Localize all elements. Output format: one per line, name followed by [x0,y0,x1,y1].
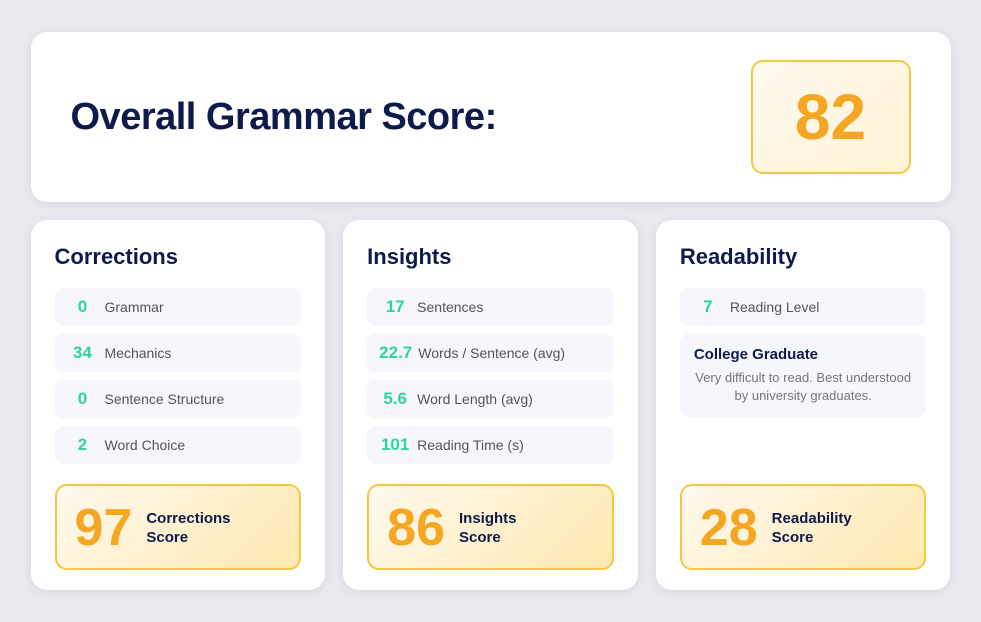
readability-title: Readability [680,244,927,270]
corrections-wordchoice-label: Word Choice [105,437,186,453]
overall-score-box: 82 [751,60,911,174]
corrections-mechanics-number: 34 [67,343,99,363]
readability-card: Readability 7 Reading Level College Grad… [656,220,951,590]
readability-score-label-1: Readability [772,509,852,529]
insights-title: Insights [367,244,614,270]
college-graduate-box: College Graduate Very difficult to read.… [680,334,927,417]
corrections-mechanics-label: Mechanics [105,345,172,361]
overall-score-title: Overall Grammar Score: [71,96,497,139]
insights-item-reading-time: 101 Reading Time (s) [367,426,614,464]
overall-score-card: Overall Grammar Score: 82 [31,32,951,202]
readability-score-badge: 28 Readability Score [680,484,927,570]
corrections-grammar-number: 0 [67,297,99,317]
readability-level-number: 7 [692,297,724,317]
corrections-item-mechanics: 34 Mechanics [55,334,302,372]
insights-score-label-2: Score [459,528,517,548]
readability-level-label: Reading Level [730,299,820,315]
corrections-score-badge: 97 Corrections Score [55,484,302,570]
main-container: Overall Grammar Score: 82 Corrections 0 … [31,32,951,590]
corrections-item-grammar: 0 Grammar [55,288,302,326]
insights-rt-label: Reading Time (s) [417,437,524,453]
insights-score-label-1: Insights [459,509,517,529]
college-graduate-desc: Very difficult to read. Best understood … [694,369,913,405]
insights-wl-number: 5.6 [379,389,411,409]
corrections-item-sentence: 0 Sentence Structure [55,380,302,418]
corrections-score-label-1: Corrections [146,509,230,529]
readability-score-value: 28 [700,502,758,554]
corrections-card: Corrections 0 Grammar 34 Mechanics 0 Sen… [31,220,326,590]
insights-wl-label: Word Length (avg) [417,391,533,407]
columns-grid: Corrections 0 Grammar 34 Mechanics 0 Sen… [31,220,951,590]
insights-wps-number: 22.7 [379,343,412,363]
corrections-score-label-2: Score [146,528,230,548]
insights-card: Insights 17 Sentences 22.7 Words / Sente… [343,220,638,590]
corrections-item-wordchoice: 2 Word Choice [55,426,302,464]
insights-sentences-number: 17 [379,297,411,317]
insights-rt-number: 101 [379,435,411,455]
insights-sentences-label: Sentences [417,299,483,315]
insights-score-value: 86 [387,502,445,554]
insights-item-word-length: 5.6 Word Length (avg) [367,380,614,418]
corrections-wordchoice-number: 2 [67,435,99,455]
corrections-grammar-label: Grammar [105,299,164,315]
insights-item-words-per-sentence: 22.7 Words / Sentence (avg) [367,334,614,372]
insights-item-sentences: 17 Sentences [367,288,614,326]
corrections-score-value: 97 [75,502,133,554]
insights-wps-label: Words / Sentence (avg) [418,345,565,361]
corrections-sentence-number: 0 [67,389,99,409]
readability-score-label-2: Score [772,528,852,548]
corrections-sentence-label: Sentence Structure [105,391,225,407]
overall-score-value: 82 [795,80,866,154]
corrections-title: Corrections [55,244,302,270]
readability-level-row: 7 Reading Level [680,288,927,326]
college-graduate-title: College Graduate [694,346,913,363]
insights-score-badge: 86 Insights Score [367,484,614,570]
